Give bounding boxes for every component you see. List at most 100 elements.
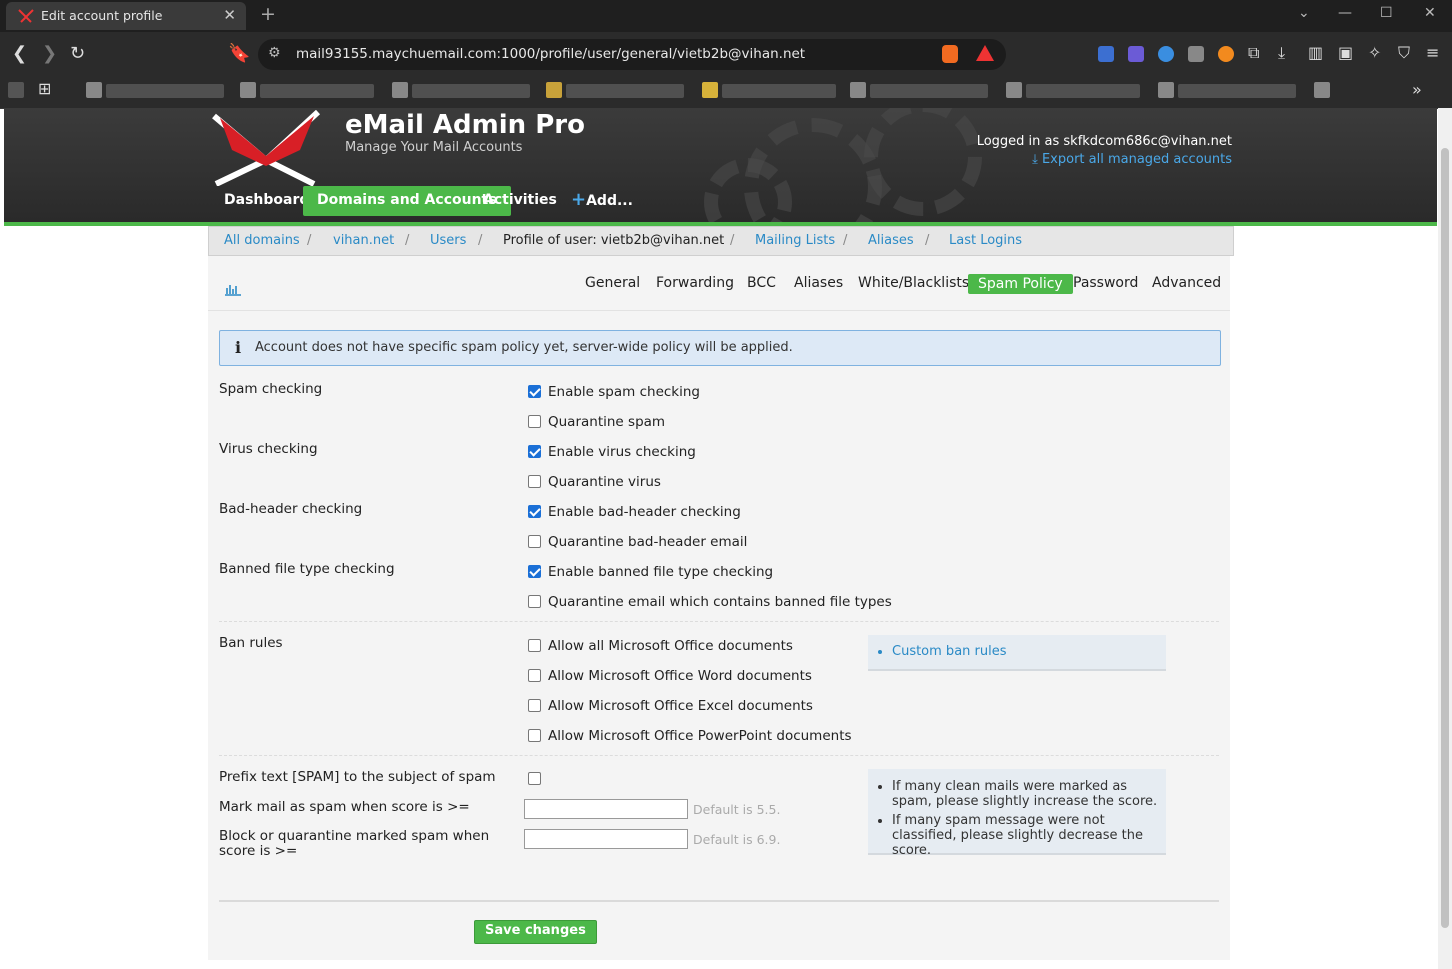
label-quarantine-bad-header: Quarantine bad-header email xyxy=(548,534,748,550)
wallet-icon[interactable]: ▣ xyxy=(1338,43,1353,62)
checkbox-allow-all-office[interactable] xyxy=(528,639,541,652)
bookmark-item[interactable] xyxy=(546,82,562,98)
checkbox-quarantine-virus[interactable] xyxy=(528,475,541,488)
tab-password[interactable]: Password xyxy=(1073,275,1138,291)
crumb-users[interactable]: Users xyxy=(430,233,466,248)
crumb-aliases[interactable]: Aliases xyxy=(868,233,914,248)
scrollbar-thumb[interactable] xyxy=(1441,148,1449,928)
extension-icon[interactable] xyxy=(1218,46,1234,62)
tab-search-icon[interactable]: ⌄ xyxy=(1298,5,1310,21)
label-prefix-spam: Prefix text [SPAM] to the subject of spa… xyxy=(219,769,496,785)
reload-icon[interactable]: ↻ xyxy=(70,43,85,64)
download-icon[interactable]: ⤓ xyxy=(1278,43,1285,63)
bookmarks-bar: ⊞ » xyxy=(0,76,1452,109)
new-tab-icon[interactable]: + xyxy=(260,3,276,25)
download-icon: ⤓ xyxy=(1032,152,1042,167)
checkbox-prefix-spam[interactable] xyxy=(528,772,541,785)
address-bar[interactable]: ⚙ mail93155.maychuemail.com:1000/profile… xyxy=(258,39,1006,70)
maximize-icon[interactable]: ☐ xyxy=(1380,5,1393,21)
tab-aliases[interactable]: Aliases xyxy=(794,275,843,291)
checkbox-enable-virus[interactable] xyxy=(528,445,541,458)
tab-white-blacklists[interactable]: White/Blacklists xyxy=(858,275,969,291)
bookmark-item[interactable] xyxy=(86,82,102,98)
score-tips-sidebox: If many clean mails were marked as spam,… xyxy=(868,769,1166,858)
tab-forwarding[interactable]: Forwarding xyxy=(656,275,734,291)
bookmark-item[interactable] xyxy=(1314,82,1330,98)
crumb-domain[interactable]: vihan.net xyxy=(333,233,394,248)
chart-icon[interactable] xyxy=(224,282,242,296)
tab-advanced[interactable]: Advanced xyxy=(1152,275,1221,291)
close-window-icon[interactable]: ✕ xyxy=(1424,5,1436,21)
mark-spam-score-input[interactable] xyxy=(524,799,688,819)
brave-rewards-icon[interactable] xyxy=(976,45,994,61)
checkbox-enable-bad-header[interactable] xyxy=(528,505,541,518)
bookmark-item[interactable] xyxy=(392,82,408,98)
vpn-icon[interactable]: ⛉ xyxy=(1398,43,1410,63)
info-banner: i Account does not have specific spam po… xyxy=(219,330,1221,366)
minimize-icon[interactable]: — xyxy=(1338,5,1352,21)
forward-icon[interactable]: ❯ xyxy=(42,43,57,64)
label-enable-banned: Enable banned file type checking xyxy=(548,564,774,580)
extension-icon[interactable] xyxy=(1158,46,1174,62)
app-tagline: Manage Your Mail Accounts xyxy=(345,140,523,155)
crumb-mailing-lists[interactable]: Mailing Lists xyxy=(755,233,835,248)
label-enable-virus: Enable virus checking xyxy=(548,444,696,460)
extension-icon[interactable] xyxy=(1128,46,1144,62)
checkbox-enable-banned[interactable] xyxy=(528,565,541,578)
export-accounts-link[interactable]: ⤓ Export all managed accounts xyxy=(1032,152,1232,167)
block-spam-default-hint: Default is 6.9. xyxy=(693,832,781,847)
close-tab-icon[interactable]: ✕ xyxy=(223,6,236,24)
block-spam-score-input[interactable] xyxy=(524,829,688,849)
back-icon[interactable]: ❮ xyxy=(12,43,27,64)
gear-decoration xyxy=(864,108,982,216)
app-brand: eMail Admin Pro xyxy=(345,110,585,140)
form-footer-divider xyxy=(219,900,1219,902)
bookmark-item[interactable] xyxy=(8,82,24,98)
browser-tab[interactable]: Edit account profile ✕ xyxy=(6,2,246,30)
bookmark-icon[interactable]: 🔖 xyxy=(228,43,250,64)
crumb-current: Profile of user: vietb2b@vihan.net xyxy=(503,233,725,248)
custom-ban-rules-link[interactable]: Custom ban rules xyxy=(892,644,1166,659)
checkbox-quarantine-banned[interactable] xyxy=(528,595,541,608)
browser-tab-bar: Edit account profile ✕ + ⌄ — ☐ ✕ xyxy=(0,0,1452,32)
checkbox-enable-spam[interactable] xyxy=(528,385,541,398)
tab-general[interactable]: General xyxy=(585,275,640,291)
label-allow-ppt: Allow Microsoft Office PowerPoint docume… xyxy=(548,728,852,744)
checkbox-quarantine-spam[interactable] xyxy=(528,415,541,428)
crumb-all-domains[interactable]: All domains xyxy=(224,233,300,248)
camera-icon[interactable] xyxy=(1188,46,1204,62)
app-favicon-icon xyxy=(18,9,34,23)
page-scrollbar[interactable] xyxy=(1438,108,1452,969)
leo-ai-icon[interactable]: ✧ xyxy=(1368,43,1381,62)
checkbox-allow-ppt[interactable] xyxy=(528,729,541,742)
extension-icon[interactable] xyxy=(1098,46,1114,62)
tab-bcc[interactable]: BCC xyxy=(747,275,776,291)
nav-activities[interactable]: Activities xyxy=(469,186,571,216)
bookmark-item[interactable] xyxy=(702,82,718,98)
nav-add-label: Add... xyxy=(586,193,633,209)
section-divider xyxy=(219,621,1219,622)
bookmark-item[interactable] xyxy=(1158,82,1174,98)
menu-icon[interactable]: ≡ xyxy=(1426,43,1439,62)
crumb-last-logins[interactable]: Last Logins xyxy=(949,233,1022,248)
sidebar-icon[interactable]: ▥ xyxy=(1308,43,1323,62)
site-settings-icon[interactable]: ⚙ xyxy=(268,45,281,61)
checkbox-quarantine-bad-header[interactable] xyxy=(528,535,541,548)
label-allow-all-office: Allow all Microsoft Office documents xyxy=(548,638,793,654)
bookmark-item[interactable] xyxy=(1006,82,1022,98)
tab-spam-policy[interactable]: Spam Policy xyxy=(968,274,1073,294)
checkbox-allow-excel[interactable] xyxy=(528,699,541,712)
label-allow-word: Allow Microsoft Office Word documents xyxy=(548,668,812,684)
score-tip: If many clean mails were marked as spam,… xyxy=(892,779,1166,809)
save-changes-button[interactable]: Save changes xyxy=(474,920,597,944)
extensions-icon[interactable]: ⧉ xyxy=(1248,43,1259,63)
label-quarantine-spam: Quarantine spam xyxy=(548,414,666,430)
apps-icon[interactable]: ⊞ xyxy=(38,79,51,98)
bookmark-item[interactable] xyxy=(240,82,256,98)
checkbox-allow-word[interactable] xyxy=(528,669,541,682)
brave-shield-icon[interactable] xyxy=(942,45,958,63)
nav-add[interactable]: +Add... xyxy=(557,186,647,216)
bookmark-item[interactable] xyxy=(850,82,866,98)
label-enable-spam: Enable spam checking xyxy=(548,384,700,400)
more-bookmarks-icon[interactable]: » xyxy=(1412,80,1422,99)
